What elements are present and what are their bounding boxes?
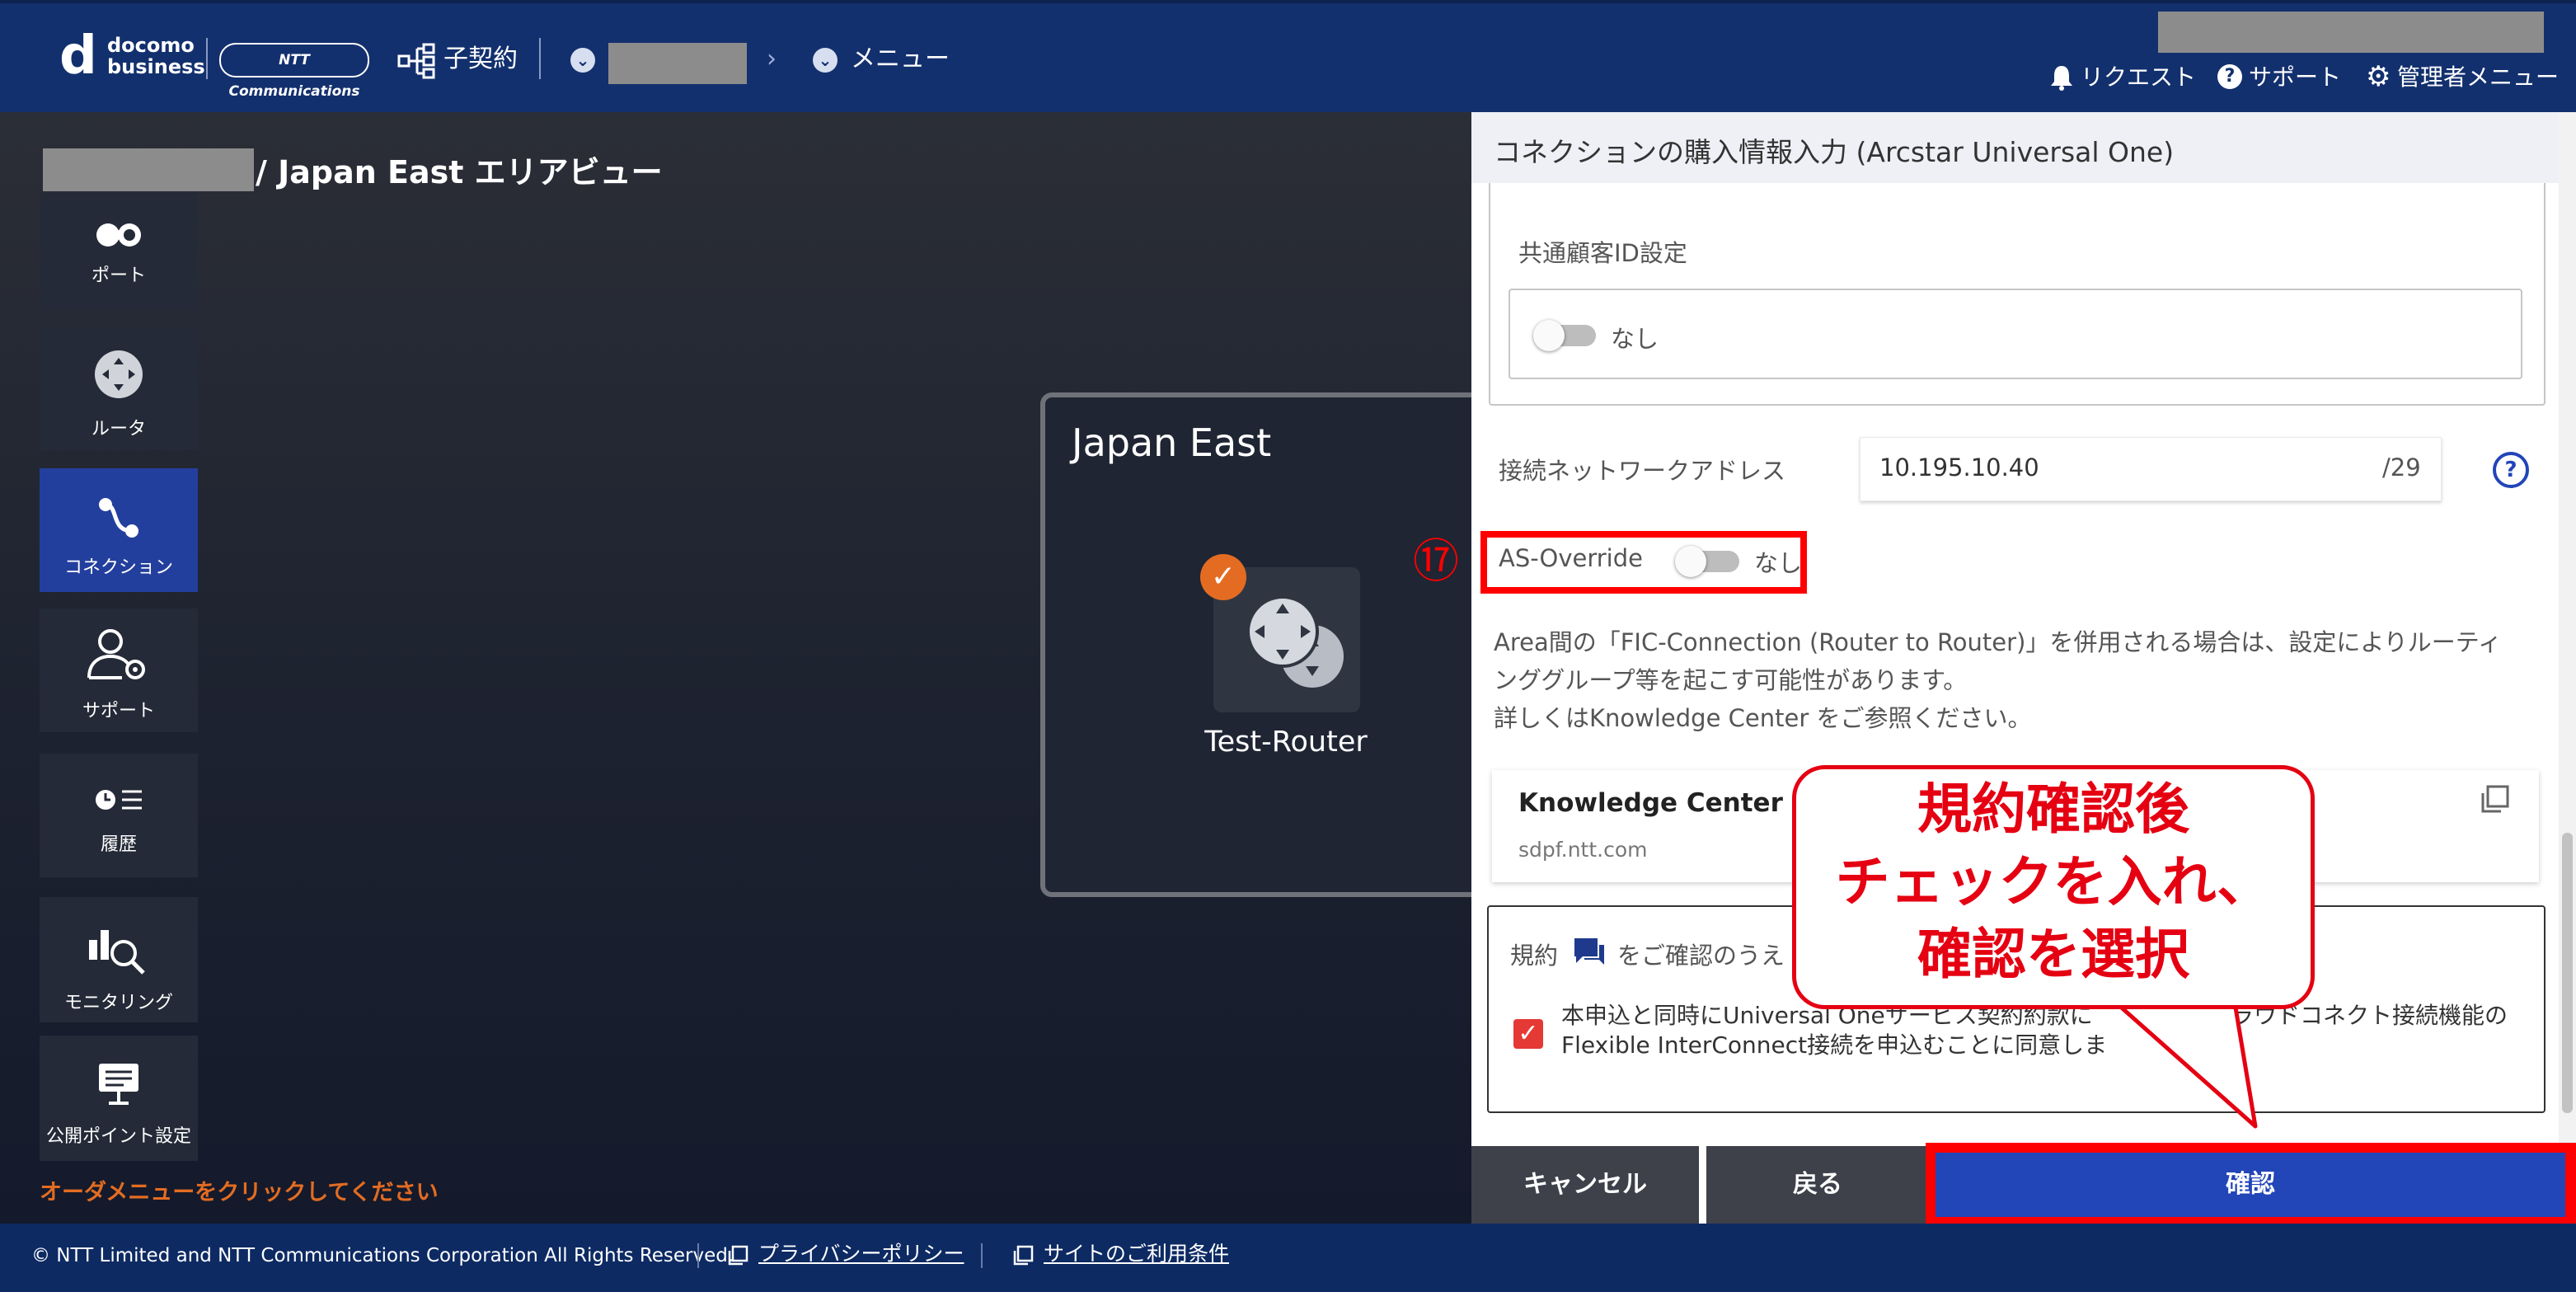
sidebar-item-history[interactable]: 履歴 xyxy=(40,754,198,877)
docomo-logo-mark[interactable]: d xyxy=(59,30,102,82)
public-point-icon xyxy=(96,1060,142,1106)
sidebar-item-monitoring[interactable]: モニタリング xyxy=(40,897,198,1022)
chevron-down-icon[interactable]: ⌄ xyxy=(813,48,838,73)
ntt-communications-logo: NTT Communications xyxy=(219,43,369,100)
agree-line-2: Flexible InterConnect接続を申込むことに同意しま xyxy=(1561,1031,2108,1059)
callout-line-2: チェックを入れ、 xyxy=(1835,850,2272,914)
terms-suffix: をご確認のうえ xyxy=(1617,942,1785,970)
callout-line-1: 規約確認後 xyxy=(1917,778,2189,841)
bell-icon[interactable] xyxy=(2049,64,2074,91)
confirm-button[interactable]: 確認 xyxy=(1936,1153,2565,1217)
support-link[interactable]: サポート xyxy=(2249,63,2341,92)
header-divider xyxy=(206,38,208,79)
header-divider xyxy=(539,38,541,79)
breadcrumb-chevron-right-icon: › xyxy=(767,45,777,73)
toggle-knob xyxy=(1533,320,1565,351)
chevron-down-icon[interactable]: ⌄ xyxy=(570,48,595,73)
sidebar-item-label: ポート xyxy=(91,265,146,286)
port-icon xyxy=(94,221,145,249)
router-node-label: Test-Router xyxy=(1204,726,1368,759)
router-node-icon xyxy=(1230,582,1345,698)
footer-divider xyxy=(981,1243,983,1268)
docomo-business-logo[interactable]: docomo business xyxy=(107,35,205,78)
external-link-icon xyxy=(1012,1245,1034,1266)
admin-menu-link[interactable]: 管理者メニュー xyxy=(2397,63,2559,92)
agree-checkbox[interactable]: ✓ xyxy=(1513,1019,1543,1049)
region-name: Japan East xyxy=(1072,420,1272,465)
privacy-policy-link[interactable]: プライバシーポリシー xyxy=(758,1242,964,1266)
toggle-knob xyxy=(1675,546,1706,577)
as-override-toggle-label: なし xyxy=(1754,549,1803,577)
sidebar-item-router[interactable]: ルータ xyxy=(40,327,198,450)
panel-title: コネクションの購入情報入力 (Arcstar Universal One) xyxy=(1494,136,2175,168)
redacted-contract-name[interactable] xyxy=(608,43,747,84)
sidebar-item-label: サポート xyxy=(82,701,155,721)
header-top-line xyxy=(0,0,2576,3)
knowledge-center-title: Knowledge Center xyxy=(1518,788,1783,818)
monitoring-icon xyxy=(87,922,150,976)
terms-prefix: 規約 xyxy=(1510,942,1559,970)
sidebar-item-label: 履歴 xyxy=(100,834,137,855)
sidebar-item-label: コネクション xyxy=(63,557,173,578)
child-contract-link[interactable]: 子契約 xyxy=(443,43,518,76)
copyright-text: © NTT Limited and NTT Communications Cor… xyxy=(31,1245,734,1266)
router-icon xyxy=(94,350,143,399)
network-address-value: 10.195.10.40 xyxy=(1879,453,2039,482)
panel-scrollbar-thumb[interactable] xyxy=(2562,833,2573,1113)
help-circle-icon[interactable]: ? xyxy=(2217,64,2242,89)
history-icon xyxy=(94,787,143,820)
menu-link[interactable]: メニュー xyxy=(851,43,950,76)
callout-line-3: 確認を選択 xyxy=(1917,923,2189,986)
request-link[interactable]: リクエスト xyxy=(2081,63,2196,92)
common-customer-id-toggle-label: なし xyxy=(1611,325,1659,353)
sidebar-item-connection[interactable]: コネクション xyxy=(40,468,198,592)
sidebar-item-public-point[interactable]: 公開ポイント設定 xyxy=(40,1036,198,1161)
sidebar-item-port[interactable]: ポート xyxy=(40,193,198,310)
open-external-icon[interactable] xyxy=(2480,785,2509,815)
as-override-label: AS-Override xyxy=(1499,544,1643,572)
back-button[interactable]: 戻る xyxy=(1706,1146,1929,1224)
terms-of-use-link[interactable]: サイトのご利用条件 xyxy=(1044,1242,1229,1266)
help-icon[interactable]: ? xyxy=(2493,452,2529,488)
step-17-marker: ⑰ xyxy=(1413,535,1459,589)
support-user-icon xyxy=(86,627,152,684)
common-customer-id-field xyxy=(1509,289,2522,379)
area-note-line-3: 詳しくはKnowledge Center をご参照ください。 xyxy=(1494,704,2032,732)
redacted-tenant-name xyxy=(43,148,254,191)
area-view-title: / Japan East エリアビュー xyxy=(256,154,663,190)
order-menu-hint: オーダメニューをクリックしてください xyxy=(40,1180,439,1205)
sidebar-item-label: 公開ポイント設定 xyxy=(45,1126,191,1147)
knowledge-center-url: sdpf.ntt.com xyxy=(1518,838,1648,862)
gear-icon[interactable]: ⚙ xyxy=(2366,63,2391,91)
sidebar-item-support[interactable]: サポート xyxy=(40,608,198,732)
hierarchy-icon[interactable] xyxy=(397,43,437,79)
network-address-suffix: /29 xyxy=(2382,453,2421,482)
external-link-icon xyxy=(727,1245,748,1266)
callout-pointer xyxy=(2094,990,2300,1130)
common-customer-id-label: 共通顧客ID設定 xyxy=(1518,239,1687,267)
cancel-button[interactable]: キャンセル xyxy=(1471,1146,1699,1224)
footer-divider xyxy=(697,1243,699,1268)
redacted-user-name[interactable] xyxy=(2158,12,2544,53)
area-note-line-1: Area間の「FIC-Connection (Router to Router)… xyxy=(1494,628,2503,656)
chat-bubble-icon[interactable] xyxy=(1573,937,1606,968)
selected-check-icon: ✓ xyxy=(1200,554,1246,600)
connection-icon xyxy=(94,493,143,543)
sidebar-item-label: モニタリング xyxy=(63,993,173,1013)
network-address-label: 接続ネットワークアドレス xyxy=(1499,457,1786,485)
sidebar-item-label: ルータ xyxy=(91,419,146,439)
logo-line-docomo: docomo xyxy=(107,34,195,57)
area-note-line-2: ンググループ等を起こす可能性があります。 xyxy=(1494,666,1968,694)
logo-line-business: business xyxy=(107,55,205,78)
